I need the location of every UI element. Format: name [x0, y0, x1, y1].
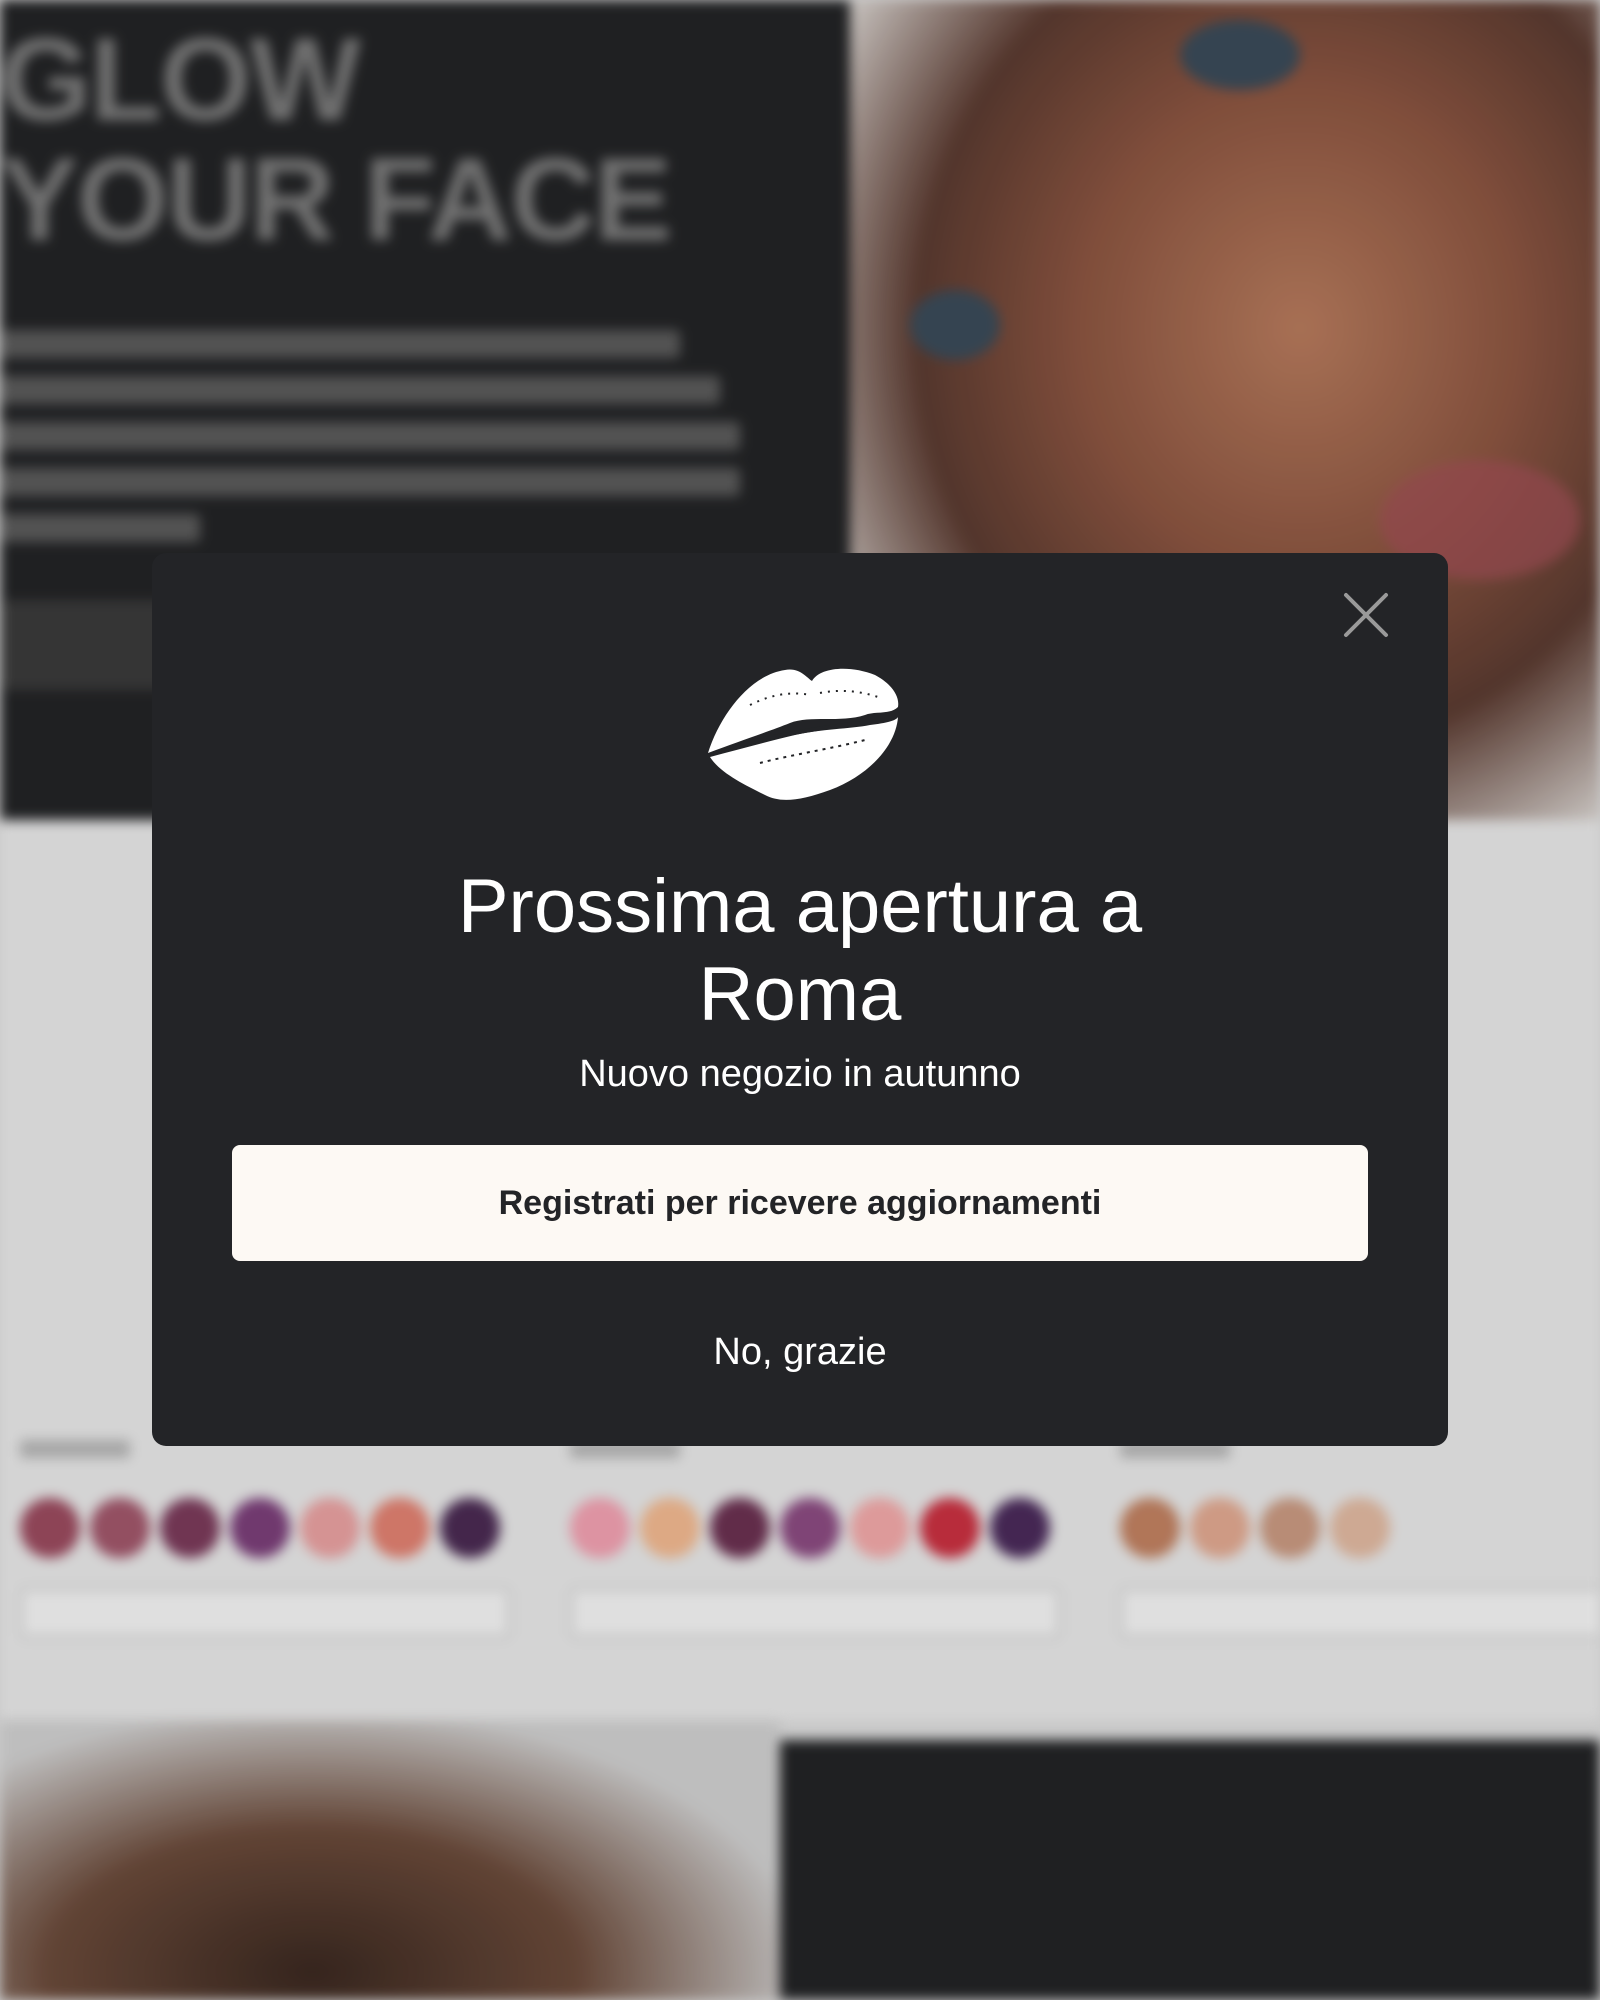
close-button[interactable]	[1334, 583, 1398, 647]
kiss-lips-icon	[708, 668, 899, 800]
modal-subtitle: Nuovo negozio in autunno	[579, 1053, 1021, 1095]
modal-title-line1: Prossima apertura a	[457, 864, 1143, 949]
modal-title-line2: Roma	[698, 952, 902, 1037]
decline-link[interactable]: No, grazie	[152, 1331, 1448, 1374]
close-icon	[1344, 593, 1388, 637]
store-opening-modal: Prossima apertura a Roma Nuovo negozio i…	[152, 553, 1448, 1446]
register-button[interactable]: Registrati per ricevere aggiornamenti	[232, 1145, 1368, 1261]
modal-title: Prossima apertura a Roma	[152, 863, 1448, 1039]
